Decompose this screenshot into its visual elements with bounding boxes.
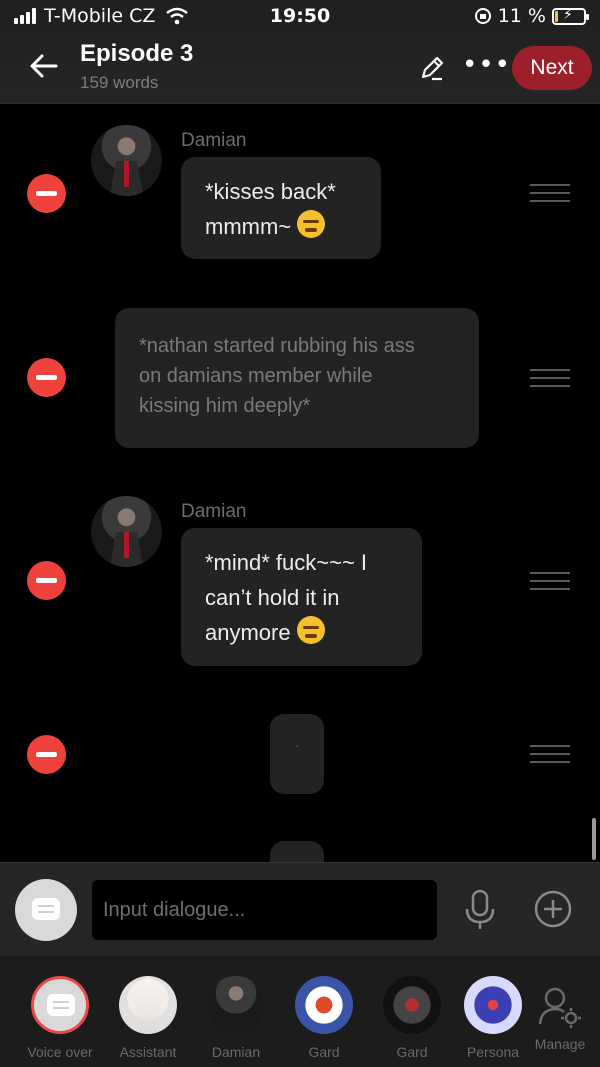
manage-characters-button[interactable]: Manage bbox=[520, 984, 600, 1052]
message-line: *mind* fuck~~~ I bbox=[205, 550, 368, 575]
avatar bbox=[207, 976, 265, 1034]
message-line: on damians member while bbox=[139, 365, 373, 387]
avatar bbox=[31, 976, 89, 1034]
message-line: can’t hold it in bbox=[205, 585, 340, 610]
character-label: Gard bbox=[396, 1044, 428, 1060]
message-line: anymore bbox=[205, 620, 291, 645]
weary-face-icon bbox=[296, 616, 325, 644]
speaker-name: Damian bbox=[181, 130, 247, 151]
add-icon[interactable] bbox=[534, 890, 572, 928]
message-line: *kisses back* bbox=[205, 179, 336, 204]
delete-message-button[interactable] bbox=[27, 735, 66, 774]
more-options-icon[interactable]: ••• bbox=[462, 52, 511, 78]
avatar bbox=[383, 976, 441, 1034]
speaker-name: Damian bbox=[181, 501, 247, 522]
character-label: Gard bbox=[308, 1044, 340, 1060]
back-arrow-icon[interactable] bbox=[28, 50, 60, 82]
message-bubble-partial[interactable] bbox=[270, 841, 324, 862]
avatar bbox=[464, 976, 522, 1034]
character-gard[interactable]: Gard bbox=[372, 976, 452, 1060]
narration-bubble[interactable]: *nathan started rubbing his ass on damia… bbox=[115, 308, 479, 448]
message-line: mmmm~ bbox=[205, 214, 292, 239]
message-bubble[interactable]: *kisses back* mmmm~ bbox=[181, 157, 381, 259]
message-bubble[interactable]: *mind* fuck~~~ I can’t hold it in anymor… bbox=[181, 528, 422, 666]
delete-message-button[interactable] bbox=[27, 358, 66, 397]
character-bar: Voice over Assistant Damian Gard Gard Pe… bbox=[0, 956, 600, 1067]
chat-bubble-icon bbox=[32, 898, 60, 920]
drag-handle-icon[interactable] bbox=[530, 184, 570, 202]
character-label: Assistant bbox=[119, 1044, 177, 1060]
avatar bbox=[295, 976, 353, 1034]
manage-user-icon bbox=[538, 987, 581, 1028]
avatar[interactable] bbox=[91, 125, 162, 196]
character-label: Voice over bbox=[27, 1044, 93, 1060]
message-line: kissing him deeply* bbox=[139, 395, 311, 417]
battery-icon: ⚡ bbox=[552, 7, 589, 25]
battery-percent: 11 % bbox=[497, 5, 546, 27]
narration-bubble[interactable]: . bbox=[270, 714, 324, 794]
composer-bar bbox=[0, 862, 600, 956]
character-assistant[interactable]: Assistant bbox=[108, 976, 188, 1060]
scrollbar[interactable] bbox=[592, 818, 596, 860]
character-voice-over[interactable]: Voice over bbox=[20, 976, 100, 1060]
page-title: Episode 3 bbox=[80, 40, 194, 67]
avatar bbox=[119, 976, 177, 1034]
microphone-icon[interactable] bbox=[462, 889, 498, 931]
chat-area: Damian *kisses back* mmmm~ *nathan start… bbox=[0, 104, 600, 862]
pencil-icon[interactable] bbox=[418, 54, 446, 82]
orientation-lock-icon bbox=[474, 8, 491, 24]
top-bar: T-Mobile CZ 19:50 11 % ⚡ Episode 3 159 w… bbox=[0, 0, 600, 104]
delete-message-button[interactable] bbox=[27, 561, 66, 600]
word-count: 159 words bbox=[80, 73, 159, 92]
message-line: . bbox=[295, 736, 299, 750]
message-type-button[interactable] bbox=[15, 879, 77, 941]
delete-message-button[interactable] bbox=[27, 174, 66, 213]
drag-handle-icon[interactable] bbox=[530, 745, 570, 763]
character-label: Manage bbox=[534, 1036, 586, 1052]
smirking-face-icon bbox=[297, 210, 326, 238]
drag-handle-icon[interactable] bbox=[530, 572, 570, 590]
chat-bubble-icon bbox=[47, 994, 75, 1016]
dialogue-input[interactable] bbox=[92, 880, 437, 940]
character-label: Damian bbox=[211, 1044, 261, 1060]
avatar[interactable] bbox=[91, 496, 162, 567]
next-button[interactable]: Next bbox=[512, 46, 592, 90]
character-damian[interactable]: Damian bbox=[196, 976, 276, 1060]
status-bar: T-Mobile CZ 19:50 11 % ⚡ bbox=[0, 0, 600, 36]
character-gard[interactable]: Gard bbox=[284, 976, 364, 1060]
drag-handle-icon[interactable] bbox=[530, 369, 570, 387]
message-line: *nathan started rubbing his ass bbox=[139, 335, 415, 357]
